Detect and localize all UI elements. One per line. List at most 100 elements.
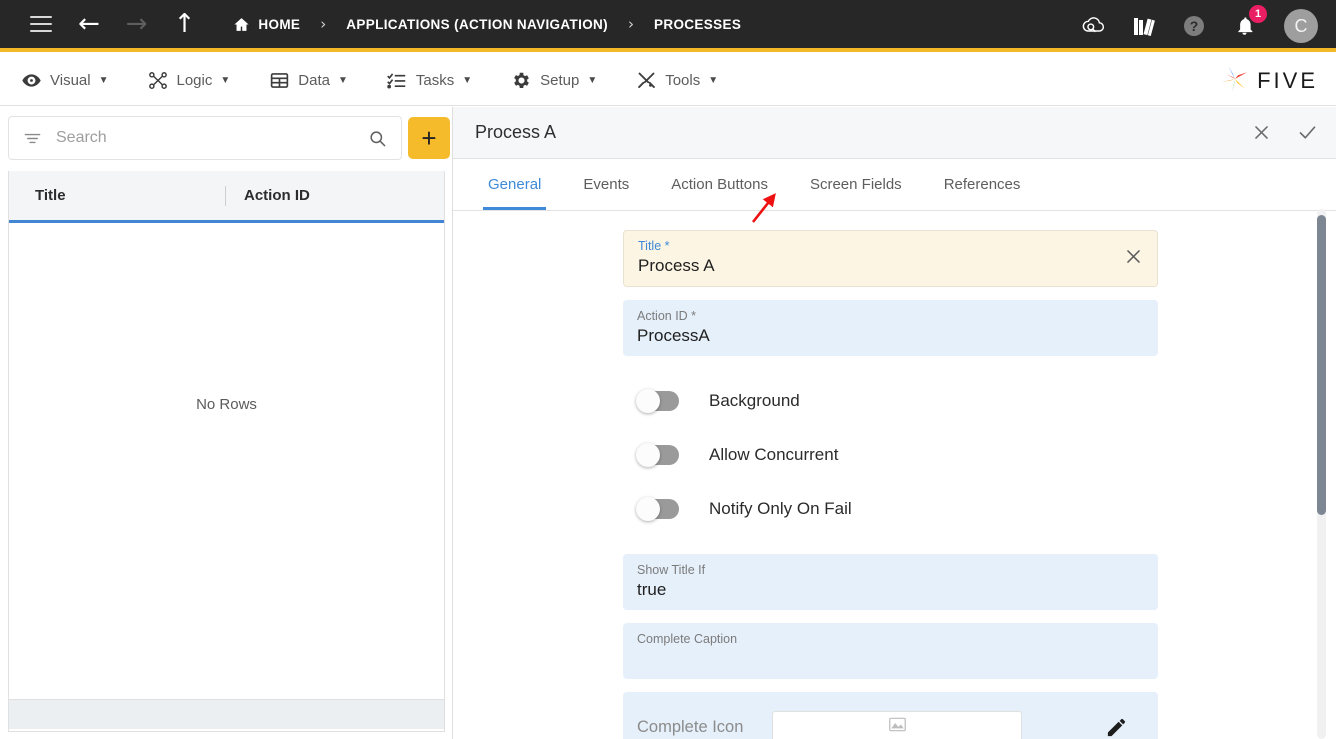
menu-item-tasks[interactable]: Tasks ▼ [386,56,472,106]
menu-item-tools[interactable]: Tools ▼ [635,56,718,106]
filter-icon[interactable] [23,129,42,148]
action-id-field[interactable]: Action ID * ProcessA [623,300,1158,356]
chevron-down-icon: ▼ [98,75,109,86]
action-id-field-value[interactable]: ProcessA [637,324,1144,348]
chevron-down-icon: ▼ [220,75,231,86]
complete-caption-field[interactable]: Complete Caption [623,623,1158,679]
complete-caption-value[interactable] [637,647,1144,671]
menu-item-setup[interactable]: Setup ▼ [510,56,597,106]
menu-item-label: Setup [540,72,580,89]
title-field-label: Title * [638,239,670,253]
show-title-if-label: Show Title If [637,563,706,577]
arrow-left-icon[interactable]: ← [78,11,100,37]
chevron-down-icon: ▼ [337,75,348,86]
table-grid-icon [268,70,290,92]
eye-icon [20,70,42,92]
image-icon [888,716,907,738]
page-title: Process A [475,122,557,142]
toggle-label: Notify Only On Fail [709,499,852,518]
add-record-button[interactable]: + [408,117,450,159]
menu-item-label: Visual [50,72,91,89]
check-icon[interactable] [1297,122,1318,143]
chevron-right-icon: › [628,15,634,33]
breadcrumb-item-processes[interactable]: PROCESSES [654,17,741,32]
show-title-if-field[interactable]: Show Title If true [623,554,1158,610]
chevron-down-icon: ▼ [462,75,473,86]
chevron-down-icon: ▼ [708,75,719,86]
breadcrumb-item-home[interactable]: HOME [258,17,300,32]
search-input[interactable] [56,129,368,147]
notifications-bell-icon[interactable]: 1 [1230,5,1267,40]
logic-nodes-icon [147,70,169,92]
scrollbar-thumb[interactable] [1317,215,1326,515]
background-toggle[interactable] [636,389,679,413]
column-divider[interactable] [225,185,226,206]
main-menu-bar: Visual ▼ Logic ▼ Data ▼ Tasks ▼ Setup ▼ … [0,56,1336,106]
top-bar-actions: ? 1 C [1080,0,1318,52]
checklist-icon [386,70,408,92]
tab-label: Events [583,176,630,193]
menu-item-label: Logic [176,72,213,89]
brand-name: FIVE [1257,68,1318,93]
notification-badge: 1 [1249,5,1267,23]
toggle-group: Background Allow Concurrent Notify Only … [636,378,1158,532]
search-box[interactable] [8,116,402,160]
clear-title-icon[interactable] [1124,247,1143,271]
tab-screen-fields[interactable]: Screen Fields [797,159,915,210]
complete-icon-label: Complete Icon [637,717,744,736]
column-header-action-id[interactable]: Action ID [244,187,310,204]
arrow-right-icon[interactable]: → [126,11,148,37]
hamburger-icon[interactable] [30,16,52,32]
toggle-label: Background [709,391,800,410]
toggle-knob [636,443,660,467]
close-icon[interactable] [1252,123,1271,142]
home-icon[interactable] [233,16,250,33]
toggle-knob [636,497,660,521]
allow-concurrent-toggle[interactable] [636,443,679,467]
detail-header: Process A [453,107,1336,159]
records-grid: Title Action ID No Rows [8,171,445,732]
search-icon[interactable] [368,129,387,148]
library-books-icon[interactable] [1130,12,1158,40]
notify-only-on-fail-toggle[interactable] [636,497,679,521]
show-title-if-value[interactable]: true [637,578,1144,602]
empty-state-message: No Rows [196,396,257,413]
help-icon[interactable]: ? [1180,12,1208,40]
search-row: + [8,112,450,164]
grid-body: No Rows [9,223,444,699]
tab-label: Screen Fields [809,176,902,193]
complete-icon-preview[interactable] [772,711,1022,739]
toggle-row-notify-only-on-fail[interactable]: Notify Only On Fail [636,486,1158,532]
five-pinwheel-icon [1220,64,1250,99]
pencil-icon[interactable] [1105,716,1128,739]
title-field[interactable]: Title * Process A [623,230,1158,287]
left-list-panel: + Title Action ID No Rows [0,107,452,739]
cloud-search-icon[interactable] [1080,12,1108,40]
tab-action-buttons[interactable]: Action Buttons [658,159,781,210]
tab-general[interactable]: General [475,159,554,210]
title-field-value[interactable]: Process A [638,254,1143,278]
complete-icon-field[interactable]: Complete Icon [623,692,1158,739]
complete-caption-label: Complete Caption [637,632,738,646]
menu-item-visual[interactable]: Visual ▼ [20,56,109,106]
breadcrumb-item-applications[interactable]: APPLICATIONS (ACTION NAVIGATION) [346,17,608,32]
detail-header-actions [1252,122,1318,143]
toggle-label: Allow Concurrent [709,445,839,464]
tab-label: General [488,176,542,193]
gear-icon [510,70,532,92]
toggle-row-allow-concurrent[interactable]: Allow Concurrent [636,432,1158,478]
toggle-row-background[interactable]: Background [636,378,1158,424]
top-navigation-bar: ← → ↑ HOME › APPLICATIONS (ACTION NAVIGA… [0,0,1336,52]
detail-scrollbar[interactable] [1317,209,1326,739]
grid-footer [9,699,444,729]
breadcrumb: HOME › APPLICATIONS (ACTION NAVIGATION) … [203,15,741,33]
tab-events[interactable]: Events [570,159,642,210]
avatar[interactable]: C [1284,9,1318,43]
menu-item-label: Data [298,72,330,89]
form-fields: Title * Process A Action ID * ProcessA B… [623,230,1158,739]
menu-item-logic[interactable]: Logic ▼ [147,56,231,106]
tab-references[interactable]: References [931,159,1034,210]
arrow-up-icon[interactable]: ↑ [174,11,196,37]
menu-item-data[interactable]: Data ▼ [268,56,348,106]
column-header-title[interactable]: Title [35,187,225,204]
